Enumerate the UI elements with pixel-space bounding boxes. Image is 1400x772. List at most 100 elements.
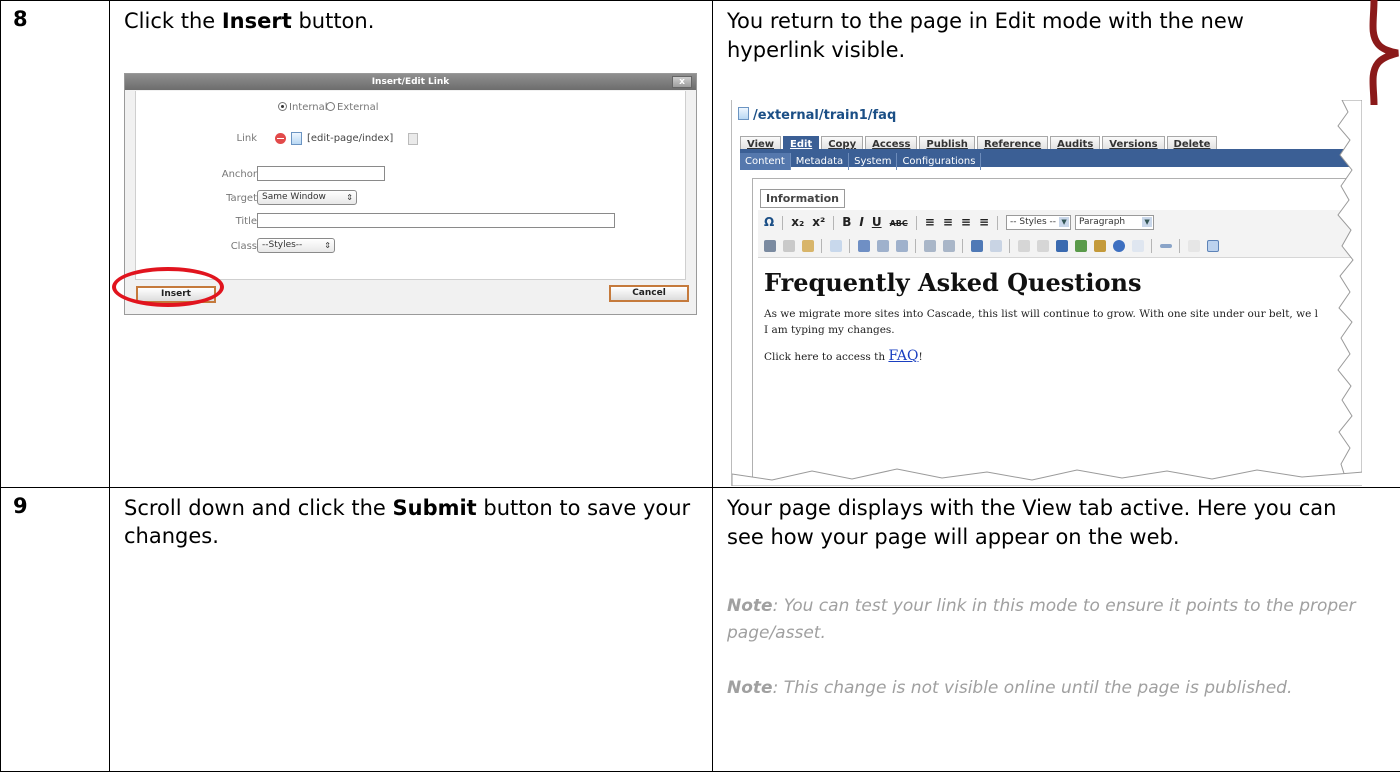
align-left-icon[interactable]: ≡ — [925, 212, 935, 232]
remove-link-icon[interactable] — [275, 133, 286, 144]
title-input[interactable] — [257, 213, 615, 228]
select-arrow-icon: ▼ — [1059, 217, 1070, 227]
select-arrow-icon: ⇕ — [324, 241, 331, 250]
anchor-label: Anchor — [221, 169, 257, 180]
bullet-list-icon[interactable] — [877, 239, 889, 252]
indent-icon[interactable] — [943, 239, 955, 252]
radio-external[interactable]: External — [326, 102, 379, 113]
subtab-configurations[interactable]: Configurations — [897, 153, 982, 170]
anchor-input[interactable] — [257, 166, 385, 181]
page-icon — [291, 132, 302, 145]
toolbar-row-2 — [764, 235, 1226, 255]
radio-internal[interactable]: Internal — [278, 102, 328, 113]
toolbar-separator — [1009, 238, 1010, 253]
radio-selected-icon — [278, 102, 287, 111]
instruction-text: Scroll down and click the Submit button … — [124, 496, 691, 548]
numbered-list-icon[interactable] — [896, 239, 908, 252]
toolbar-separator — [962, 238, 963, 253]
editor-paragraph: As we migrate more sites into Cascade, t… — [764, 308, 1319, 320]
special-char-button[interactable]: Ω — [764, 212, 774, 232]
toolbar-separator — [849, 238, 850, 253]
align-center-icon[interactable]: ≡ — [943, 212, 953, 232]
browse-icon[interactable] — [408, 133, 418, 145]
subtab-content[interactable]: Content — [740, 153, 791, 170]
torn-edge — [1337, 100, 1362, 486]
anchor-icon[interactable] — [1056, 239, 1068, 252]
remove-format-icon[interactable] — [1188, 239, 1200, 252]
editor-heading: Frequently Asked Questions — [764, 268, 1142, 297]
link-value[interactable]: [edit-page/index] — [307, 133, 393, 144]
step-number-cell: 9 — [0, 487, 110, 772]
torn-edge — [732, 468, 1362, 486]
editor-screenshot: /external/train1/faq View Edit Copy Access P… — [731, 100, 1362, 486]
step-number: 9 — [13, 494, 28, 518]
toolbar-separator — [997, 215, 998, 230]
highlight-ellipse — [112, 267, 224, 307]
table-icon[interactable] — [1207, 239, 1219, 252]
note-text: Note: This change is not visible online … — [727, 678, 1293, 698]
dialog-body: Internal External Link [edit-page/index]… — [135, 91, 686, 280]
result-text: You return to the page in Edit mode with… — [727, 9, 1244, 62]
instruction-cell: Scroll down and click the Submit button … — [109, 487, 713, 772]
note-text: Note: You can test your link in this mod… — [727, 596, 1356, 643]
target-select[interactable]: Same Window ⇕ — [257, 190, 357, 205]
step-number-cell: 8 — [0, 0, 110, 488]
align-justify-icon[interactable]: ≡ — [979, 212, 989, 232]
find-replace-icon[interactable] — [830, 239, 842, 252]
result-cell: Your page displays with the View tab act… — [712, 487, 1400, 772]
unlink-icon[interactable] — [1037, 239, 1049, 252]
copy-icon[interactable] — [783, 239, 795, 252]
asset-path: /external/train1/faq — [738, 106, 896, 123]
format-select[interactable]: Paragraph ▼ — [1075, 215, 1155, 230]
edit-subnav: Content Metadata System Configurations — [740, 149, 1362, 170]
select-arrow-icon: ▼ — [1142, 217, 1153, 227]
wysiwyg-toolbar: Ωx₂ x² B I U ABC ≡ ≡ ≡ ≡ -- Styles -- ▼ Paragraph ▼ — [758, 210, 1362, 258]
toolbar-separator — [821, 238, 822, 253]
styles-select[interactable]: -- Styles -- ▼ — [1006, 215, 1072, 230]
toolbar-separator — [1151, 238, 1152, 253]
strikethrough-button[interactable]: ABC — [890, 214, 908, 234]
subtab-system[interactable]: System — [849, 153, 898, 170]
instruction-text: Click the Insert button. — [124, 9, 375, 33]
redo-icon[interactable] — [990, 239, 1002, 252]
toolbar-separator — [782, 215, 784, 230]
spellcheck-icon[interactable] — [858, 239, 870, 252]
curly-brace-icon — [1369, 0, 1399, 105]
fieldset-legend: Information — [760, 189, 845, 208]
cleanup-icon[interactable] — [1094, 239, 1106, 252]
undo-icon[interactable] — [971, 239, 983, 252]
horizontal-rule-icon[interactable] — [1160, 243, 1172, 248]
link-label: Link — [236, 133, 257, 144]
step-number: 8 — [13, 7, 28, 31]
help-icon[interactable] — [1113, 239, 1125, 252]
close-icon[interactable]: x — [672, 76, 692, 88]
toolbar-separator — [915, 238, 916, 253]
link-icon[interactable] — [1018, 239, 1030, 252]
radio-unselected-icon — [326, 102, 335, 111]
image-icon[interactable] — [1075, 239, 1087, 252]
faq-link[interactable]: FAQ — [888, 348, 918, 364]
underline-button[interactable]: U — [872, 212, 882, 232]
editor-paragraph: I am typing my changes. — [764, 324, 895, 336]
result-text: Your page displays with the View tab act… — [727, 496, 1337, 549]
paste-icon[interactable] — [802, 239, 814, 252]
align-right-icon[interactable]: ≡ — [961, 212, 971, 232]
outdent-icon[interactable] — [924, 239, 936, 252]
html-source-icon[interactable] — [1132, 239, 1144, 252]
cut-icon[interactable] — [764, 239, 776, 252]
toolbar-row-1: Ωx₂ x² B I U ABC ≡ ≡ ≡ ≡ -- Styles -- ▼ Paragraph ▼ — [764, 212, 1158, 232]
superscript-button[interactable]: x² — [812, 212, 825, 232]
subtab-metadata[interactable]: Metadata — [791, 153, 850, 170]
bold-button[interactable]: B — [842, 212, 851, 232]
class-select[interactable]: --Styles-- ⇕ — [257, 238, 335, 253]
class-label: Class — [230, 241, 257, 252]
italic-button[interactable]: I — [859, 212, 863, 232]
title-label: Title — [235, 216, 257, 227]
cancel-button[interactable]: Cancel — [609, 285, 689, 302]
subscript-button[interactable]: x₂ — [791, 212, 804, 232]
target-label: Target — [226, 193, 257, 204]
select-arrow-icon: ⇕ — [346, 193, 353, 202]
toolbar-separator — [1179, 238, 1180, 253]
page-icon — [738, 107, 749, 120]
toolbar-separator — [833, 215, 835, 230]
